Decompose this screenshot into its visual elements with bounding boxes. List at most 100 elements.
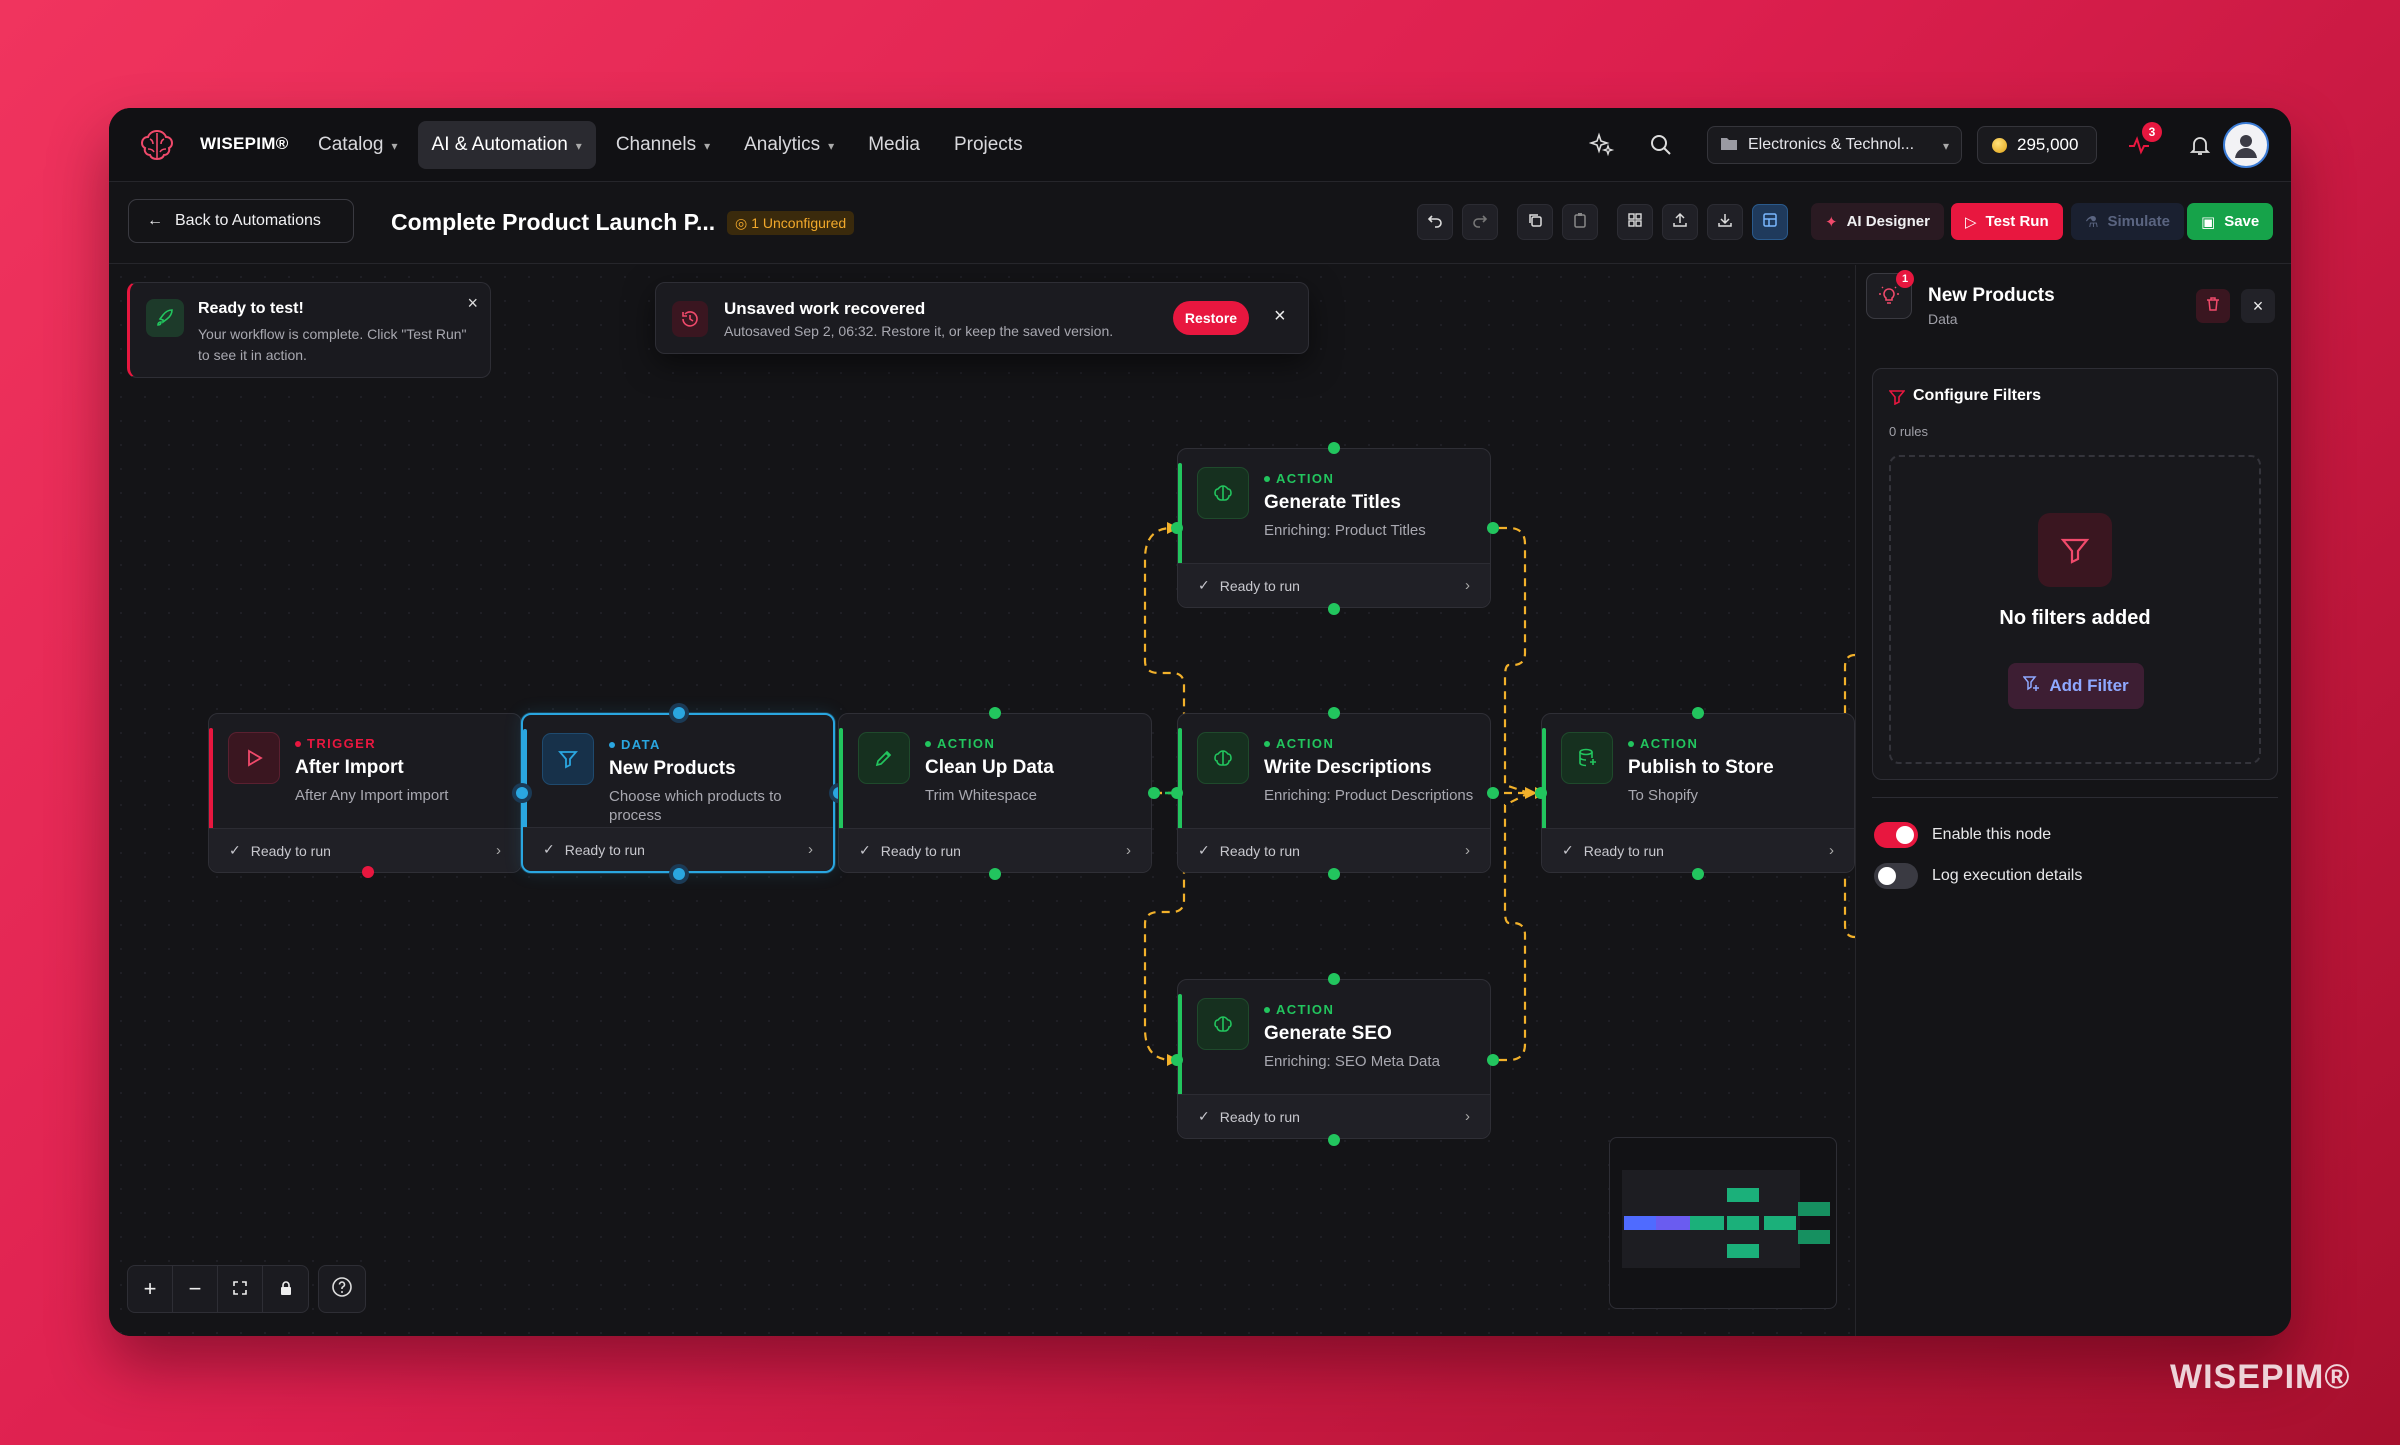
node-name: Clean Up Data	[925, 757, 1054, 778]
node-name: Publish to Store	[1628, 757, 1774, 778]
input-port[interactable]	[1328, 442, 1340, 454]
filter-icon	[542, 733, 594, 785]
node-generate-seo[interactable]: ACTION Generate SEO Enriching: SEO Meta …	[1177, 979, 1491, 1139]
node-clean-up-data[interactable]: ACTION Clean Up Data Trim Whitespace ✓ Re…	[838, 713, 1152, 873]
node-after-import[interactable]: TRIGGER After Import After Any Import im…	[208, 713, 522, 873]
delete-node-button[interactable]	[2196, 289, 2230, 323]
output-port[interactable]	[1328, 868, 1340, 880]
output-port[interactable]	[1692, 868, 1704, 880]
input-port[interactable]	[1171, 1054, 1183, 1066]
lock-button[interactable]	[263, 1266, 308, 1312]
nav-item-projects[interactable]: Projects	[940, 121, 1037, 169]
node-new-products[interactable]: DATA New Products Choose which products …	[521, 713, 835, 873]
input-port[interactable]	[516, 787, 528, 799]
close-icon[interactable]: ×	[467, 293, 478, 314]
check-icon: ✓	[543, 841, 555, 857]
export-button[interactable]	[1662, 204, 1698, 240]
workspace-select[interactable]: Electronics & Technol... ▾	[1707, 126, 1962, 164]
fit-view-button[interactable]	[218, 1266, 263, 1312]
output-port[interactable]	[1148, 787, 1160, 799]
copy-button[interactable]	[1517, 204, 1553, 240]
nav-item-analytics[interactable]: Analytics ▾	[730, 121, 848, 169]
folder-icon	[1720, 135, 1738, 156]
output-port[interactable]	[1328, 1134, 1340, 1146]
enable-node-toggle[interactable]	[1874, 822, 1918, 848]
help-button[interactable]	[318, 1265, 366, 1313]
chevron-down-icon: ▾	[704, 139, 711, 153]
workflow-canvas[interactable]: Ready to test! Your workflow is complete…	[109, 265, 1855, 1336]
input-port[interactable]	[673, 707, 685, 719]
redo-icon	[1472, 212, 1488, 233]
paste-button[interactable]	[1562, 204, 1598, 240]
node-status[interactable]: ✓ Ready to run ›	[523, 827, 833, 871]
input-port[interactable]	[1171, 522, 1183, 534]
nav-item-media[interactable]: Media	[854, 121, 934, 169]
close-panel-button[interactable]: ×	[2241, 289, 2275, 323]
node-status[interactable]: ✓ Ready to run ›	[1178, 828, 1490, 872]
output-port[interactable]	[989, 868, 1001, 880]
warning-circle-icon: ◎	[735, 214, 748, 231]
top-navigation-bar: WISEPIM® Catalog ▾ AI & Automation ▾ Chann…	[109, 108, 2291, 182]
ai-designer-button[interactable]: ✦ AI Designer	[1811, 203, 1944, 240]
input-port[interactable]	[989, 707, 1001, 719]
unconfigured-badge[interactable]: ◎ 1 Unconfigured	[727, 211, 855, 235]
user-avatar[interactable]	[2223, 122, 2269, 168]
layout-icon	[1762, 212, 1778, 233]
input-port[interactable]	[1171, 787, 1183, 799]
output-port[interactable]	[1487, 1054, 1499, 1066]
add-filter-button[interactable]: Add Filter	[2008, 663, 2144, 709]
search-icon[interactable]	[1646, 130, 1676, 160]
node-status[interactable]: ✓ Ready to run ›	[839, 828, 1151, 872]
brain-logo-icon[interactable]	[137, 125, 177, 165]
templates-button[interactable]	[1752, 204, 1788, 240]
bell-icon[interactable]	[2185, 130, 2215, 160]
nav-item-catalog[interactable]: Catalog ▾	[304, 121, 412, 169]
back-label: Back to Automations	[175, 212, 321, 229]
input-port[interactable]	[1328, 707, 1340, 719]
workflow-toolbar: ← Back to Automations Complete Product L…	[109, 182, 2291, 264]
node-config-panel: 1 New Products Data × Configure Filters …	[1855, 265, 2291, 1336]
check-icon: ✓	[1198, 577, 1210, 593]
zoom-out-button[interactable]: −	[173, 1266, 218, 1312]
nav-item-channels[interactable]: Channels ▾	[602, 121, 724, 169]
output-port[interactable]	[673, 868, 685, 880]
save-button[interactable]: ▣ Save	[2187, 203, 2274, 240]
node-publish-to-store[interactable]: ACTION Publish to Store To Shopify ✓ Read…	[1541, 713, 1855, 873]
output-port[interactable]	[1487, 787, 1499, 799]
back-to-automations-button[interactable]: ← Back to Automations	[128, 199, 354, 243]
node-subtitle: Enriching: Product Descriptions	[1264, 787, 1474, 804]
simulate-button[interactable]: ⚗ Simulate	[2071, 203, 2184, 240]
arrow-left-icon: ←	[147, 212, 163, 229]
node-write-descriptions[interactable]: ACTION Write Descriptions Enriching: Pro…	[1177, 713, 1491, 873]
sparkles-icon[interactable]	[1587, 130, 1617, 160]
close-icon[interactable]: ×	[1274, 305, 1286, 328]
restore-button[interactable]: Restore	[1173, 301, 1249, 335]
workflow-title[interactable]: Complete Product Launch P...	[391, 209, 715, 236]
sparkles-icon: ✦	[1825, 213, 1838, 231]
test-run-button[interactable]: ▷ Test Run	[1951, 203, 2063, 240]
output-port[interactable]	[1328, 603, 1340, 615]
undo-button[interactable]	[1417, 204, 1453, 240]
redo-button[interactable]	[1462, 204, 1498, 240]
zoom-in-button[interactable]: +	[128, 1266, 173, 1312]
output-port[interactable]	[362, 866, 374, 878]
log-execution-toggle[interactable]	[1874, 863, 1918, 889]
node-status[interactable]: ✓ Ready to run ›	[1178, 563, 1490, 607]
status-label: Ready to run	[1219, 1108, 1300, 1125]
input-port[interactable]	[1328, 973, 1340, 985]
node-status[interactable]: ✓ Ready to run ›	[1178, 1094, 1490, 1138]
trash-icon	[2206, 296, 2220, 317]
minimap[interactable]	[1609, 1137, 1837, 1309]
input-port[interactable]	[1692, 707, 1704, 719]
output-port[interactable]	[1487, 522, 1499, 534]
nav-item-ai-automation[interactable]: AI & Automation ▾	[417, 121, 596, 169]
import-button[interactable]	[1707, 204, 1743, 240]
auto-layout-button[interactable]	[1617, 204, 1653, 240]
add-filter-label: Add Filter	[2049, 676, 2129, 695]
node-generate-titles[interactable]: ACTION Generate Titles Enriching: Produc…	[1177, 448, 1491, 608]
panel-subtitle: Data	[1928, 311, 1958, 327]
node-status[interactable]: ✓ Ready to run ›	[1542, 828, 1854, 872]
credits-balance[interactable]: 295,000	[1977, 126, 2097, 164]
status-label: Ready to run	[1219, 842, 1300, 859]
input-port[interactable]	[1535, 787, 1547, 799]
